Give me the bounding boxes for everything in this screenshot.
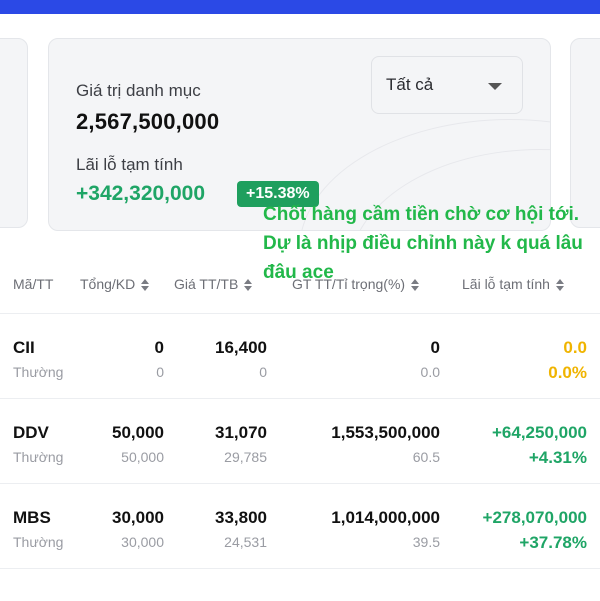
symbol: CII — [13, 338, 35, 357]
table-bottom-divider — [0, 568, 600, 601]
top-app-bar — [0, 0, 600, 14]
pnl-label: Lãi lỗ tạm tính — [76, 155, 183, 174]
pnl-percent: +4.31% — [528, 448, 587, 467]
table-row[interactable]: DDV Thường 50,000 50,000 31,070 29,785 1… — [0, 398, 600, 484]
available-qty: 50,000 — [121, 449, 164, 465]
pnl-percent: 0.0% — [548, 363, 587, 382]
symbol: DDV — [13, 423, 49, 442]
market-value: 0 — [430, 338, 440, 357]
column-header-qty[interactable]: Tổng/KD — [80, 276, 150, 292]
pnl-percent: +37.78% — [519, 533, 587, 552]
column-header-pnl[interactable]: Lãi lỗ tạm tính — [462, 276, 564, 292]
market-value: 1,553,500,000 — [331, 423, 440, 442]
chevron-down-icon — [488, 83, 502, 90]
column-header-value[interactable]: GT TT/Tỉ trọng(%) — [292, 276, 420, 292]
table-row[interactable]: CII Thường 0 0 16,400 0 0 0.0 0.0 0.0% — [0, 313, 600, 399]
order-type: Thường — [13, 449, 64, 465]
portfolio-value-label: Giá trị danh mục — [76, 81, 201, 100]
current-price: 16,400 — [215, 338, 267, 357]
holdings-table-header: Mã/TT Tổng/KD Giá TT/TB GT TT/Tỉ trọng(%… — [0, 268, 600, 304]
order-type: Thường — [13, 534, 64, 550]
average-price: 29,785 — [224, 449, 267, 465]
order-type: Thường — [13, 364, 64, 380]
current-price: 33,800 — [215, 508, 267, 527]
pnl-value: 0.0 — [563, 338, 587, 357]
column-header-price[interactable]: Giá TT/TB — [174, 276, 253, 292]
market-value: 1,014,000,000 — [331, 508, 440, 527]
available-qty: 0 — [156, 364, 164, 380]
column-header-symbol: Mã/TT — [13, 276, 54, 292]
weight-percent: 0.0 — [420, 364, 440, 380]
previous-card-peek[interactable] — [0, 38, 28, 228]
account-filter-dropdown[interactable]: Tất cả — [371, 56, 523, 114]
sort-icon — [141, 279, 150, 292]
pnl-value: +342,320,000 — [76, 182, 206, 205]
portfolio-value: 2,567,500,000 — [76, 109, 220, 134]
weight-percent: 60.5 — [412, 449, 440, 465]
sort-icon — [244, 279, 253, 292]
average-price: 24,531 — [224, 534, 267, 550]
symbol: MBS — [13, 508, 51, 527]
average-price: 0 — [259, 364, 267, 380]
table-row[interactable]: MBS Thường 30,000 30,000 33,800 24,531 1… — [0, 483, 600, 569]
pnl-value: +64,250,000 — [491, 423, 587, 442]
sort-icon — [411, 279, 420, 292]
pnl-value: +278,070,000 — [482, 508, 587, 527]
weight-percent: 39.5 — [412, 534, 440, 550]
sort-icon — [555, 279, 564, 292]
current-price: 31,070 — [215, 423, 267, 442]
account-filter-value: Tất cả — [386, 75, 434, 94]
total-qty: 50,000 — [112, 423, 164, 442]
total-qty: 30,000 — [112, 508, 164, 527]
total-qty: 0 — [154, 338, 164, 357]
available-qty: 30,000 — [121, 534, 164, 550]
